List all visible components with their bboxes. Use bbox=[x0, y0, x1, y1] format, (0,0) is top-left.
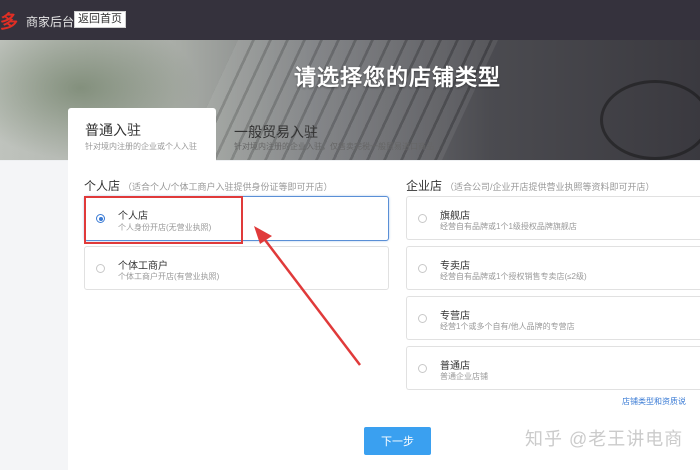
back-to-home-button[interactable]: 返回首页 bbox=[74, 11, 126, 28]
option-title: 专卖店 bbox=[440, 261, 470, 272]
watermark: 知乎 @老王讲电商 bbox=[525, 429, 684, 449]
personal-store-heading: 个人店 （适合个人/个体工商户入驻提供身份证等即可开店） bbox=[84, 177, 333, 194]
option-regular-store[interactable]: 普通店 普通企业店铺 bbox=[406, 346, 700, 390]
option-title: 旗舰店 bbox=[440, 211, 470, 222]
radio-button[interactable] bbox=[418, 214, 427, 223]
store-type-help-link[interactable]: 店铺类型和资质说 bbox=[622, 396, 686, 407]
section-title: 企业店 bbox=[406, 179, 443, 193]
next-step-button[interactable]: 下一步 bbox=[364, 427, 431, 455]
option-title: 专营店 bbox=[440, 311, 470, 322]
option-title: 个体工商户 bbox=[118, 261, 168, 272]
option-description: 普通企业店铺 bbox=[440, 372, 488, 381]
radio-button[interactable] bbox=[96, 264, 105, 273]
tab-title: 普通入驻 bbox=[85, 122, 141, 138]
option-specialty-store[interactable]: 专营店 经营1个或多个自有/他人品牌的专营店 bbox=[406, 296, 700, 340]
brand-logo: 多 bbox=[0, 12, 18, 33]
option-description: 经营自有品牌或1个授权销售专卖店(≤2级) bbox=[440, 272, 587, 281]
tab-subtitle: 针对境内注册的企业或个人入驻 bbox=[85, 142, 197, 151]
section-hint: （适合公司/企业开店提供营业执照等资料即可开店） bbox=[445, 182, 655, 192]
tab-subtitle: 针对境内注册的企业入驻，仅售卖完税一般贸易进口商品 bbox=[234, 142, 434, 151]
section-hint: （适合个人/个体工商户入驻提供身份证等即可开店） bbox=[123, 182, 333, 192]
top-navigation-bar: 多 商家后台 返回首页 bbox=[0, 0, 700, 40]
tab-normal-entry[interactable]: 普通入驻 针对境内注册的企业或个人入驻 bbox=[68, 108, 216, 161]
enterprise-store-heading: 企业店 （适合公司/企业开店提供营业执照等资料即可开店） bbox=[406, 177, 655, 194]
section-title: 个人店 bbox=[84, 179, 121, 193]
tab-general-trade-entry[interactable]: 一般贸易入驻 针对境内注册的企业入驻，仅售卖完税一般贸易进口商品 bbox=[216, 108, 700, 161]
merchant-backend-label: 商家后台 bbox=[26, 15, 75, 29]
page-title: 请选择您的店铺类型 bbox=[293, 65, 501, 90]
tab-title: 一般贸易入驻 bbox=[234, 124, 318, 140]
radio-button[interactable] bbox=[418, 364, 427, 373]
option-description: 经营1个或多个自有/他人品牌的专营店 bbox=[440, 322, 575, 331]
annotation-highlight-box bbox=[84, 196, 243, 244]
option-flagship-store[interactable]: 旗舰店 经营自有品牌或1个1级授权品牌旗舰店 bbox=[406, 196, 700, 240]
radio-button[interactable] bbox=[418, 264, 427, 273]
option-title: 普通店 bbox=[440, 361, 470, 372]
option-exclusive-store[interactable]: 专卖店 经营自有品牌或1个授权销售专卖店(≤2级) bbox=[406, 246, 700, 290]
radio-button[interactable] bbox=[418, 314, 427, 323]
option-description: 经营自有品牌或1个1级授权品牌旗舰店 bbox=[440, 222, 577, 231]
option-individual-business[interactable]: 个体工商户 个体工商户开店(有营业执照) bbox=[84, 246, 389, 290]
option-description: 个体工商户开店(有营业执照) bbox=[118, 272, 220, 281]
left-gutter bbox=[0, 161, 68, 470]
